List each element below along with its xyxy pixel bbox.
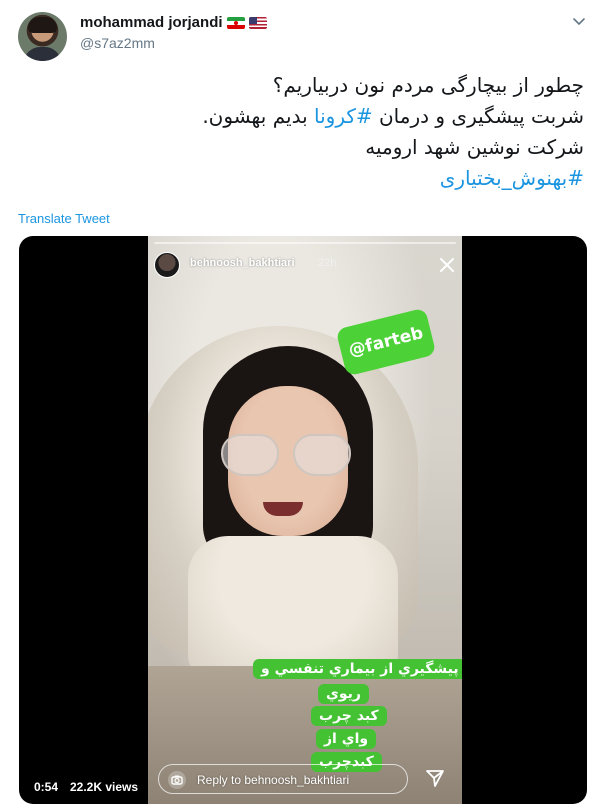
avatar[interactable]	[18, 12, 67, 61]
person-scarf	[188, 536, 398, 676]
tweet-card: mohammad jorjandi @s7az2mm چطور از بیچار…	[0, 0, 602, 809]
caption-sticker-line-3: كبد چرب	[311, 706, 387, 726]
author-name-row[interactable]: mohammad jorjandi	[80, 14, 267, 31]
story-frame: behnoosh_bakhtiari 22h @farteb پيشگيري ا…	[148, 236, 462, 804]
lens-left	[221, 434, 279, 476]
send-icon	[426, 770, 444, 787]
tweet-line-1: چطور از بیچارگی مردم نون دربیاریم؟	[272, 73, 584, 97]
story-progress-bar	[154, 242, 456, 244]
video-player[interactable]: behnoosh_bakhtiari 22h @farteb پيشگيري ا…	[19, 236, 587, 804]
caption-sticker-line-2: ريوي	[318, 684, 369, 704]
tweet-text: چطور از بیچارگی مردم نون دربیاریم؟ شربت …	[64, 70, 584, 194]
camera-icon	[168, 771, 186, 789]
author-display-name[interactable]: mohammad jorjandi	[80, 14, 223, 31]
mention-sticker-text: @farteb	[346, 323, 426, 361]
tweet-line-4: #بهنوش_بختیاری	[64, 163, 584, 194]
video-duration: 0:54	[28, 776, 65, 798]
tweet-line-3: شرکت نوشین شهد ارومیه	[365, 135, 584, 159]
us-flag-icon	[248, 16, 267, 29]
tweet-line-2: شربت پیشگیری و درمان #کرونا بدیم بهشون.	[64, 101, 584, 132]
sunglasses	[221, 434, 353, 478]
translate-tweet-link[interactable]: Translate Tweet	[18, 211, 110, 226]
lens-right	[293, 434, 351, 476]
chevron-down-icon[interactable]	[572, 14, 586, 28]
story-time: 22h	[318, 257, 337, 269]
story-avatar	[154, 252, 180, 278]
tweet-line-2-after: بدیم بهشون.	[202, 104, 314, 128]
hashtag-corona-link[interactable]: #کرونا	[314, 104, 373, 128]
caption-sticker-line-4: واي از	[316, 729, 377, 749]
avatar-body	[24, 47, 61, 61]
video-view-count: 22.2K views	[64, 776, 145, 798]
caption-sticker-line-1: پيشگيري از بيماري تنفسي و	[253, 659, 462, 679]
story-reply-bar: Reply to behnoosh_bakhtiari	[158, 764, 408, 794]
avatar-hair	[28, 17, 57, 33]
story-reply-placeholder: Reply to behnoosh_bakhtiari	[197, 773, 350, 787]
story-username: behnoosh_bakhtiari	[190, 257, 295, 269]
close-icon	[440, 258, 454, 272]
story-header: behnoosh_bakhtiari 22h	[148, 250, 462, 280]
iran-flag-icon	[226, 16, 245, 29]
author-handle[interactable]: @s7az2mm	[80, 35, 155, 51]
hashtag-behnoosh-link[interactable]: #بهنوش_بختیاری	[440, 166, 584, 190]
tweet-line-2-before: شربت پیشگیری و درمان	[372, 104, 584, 128]
